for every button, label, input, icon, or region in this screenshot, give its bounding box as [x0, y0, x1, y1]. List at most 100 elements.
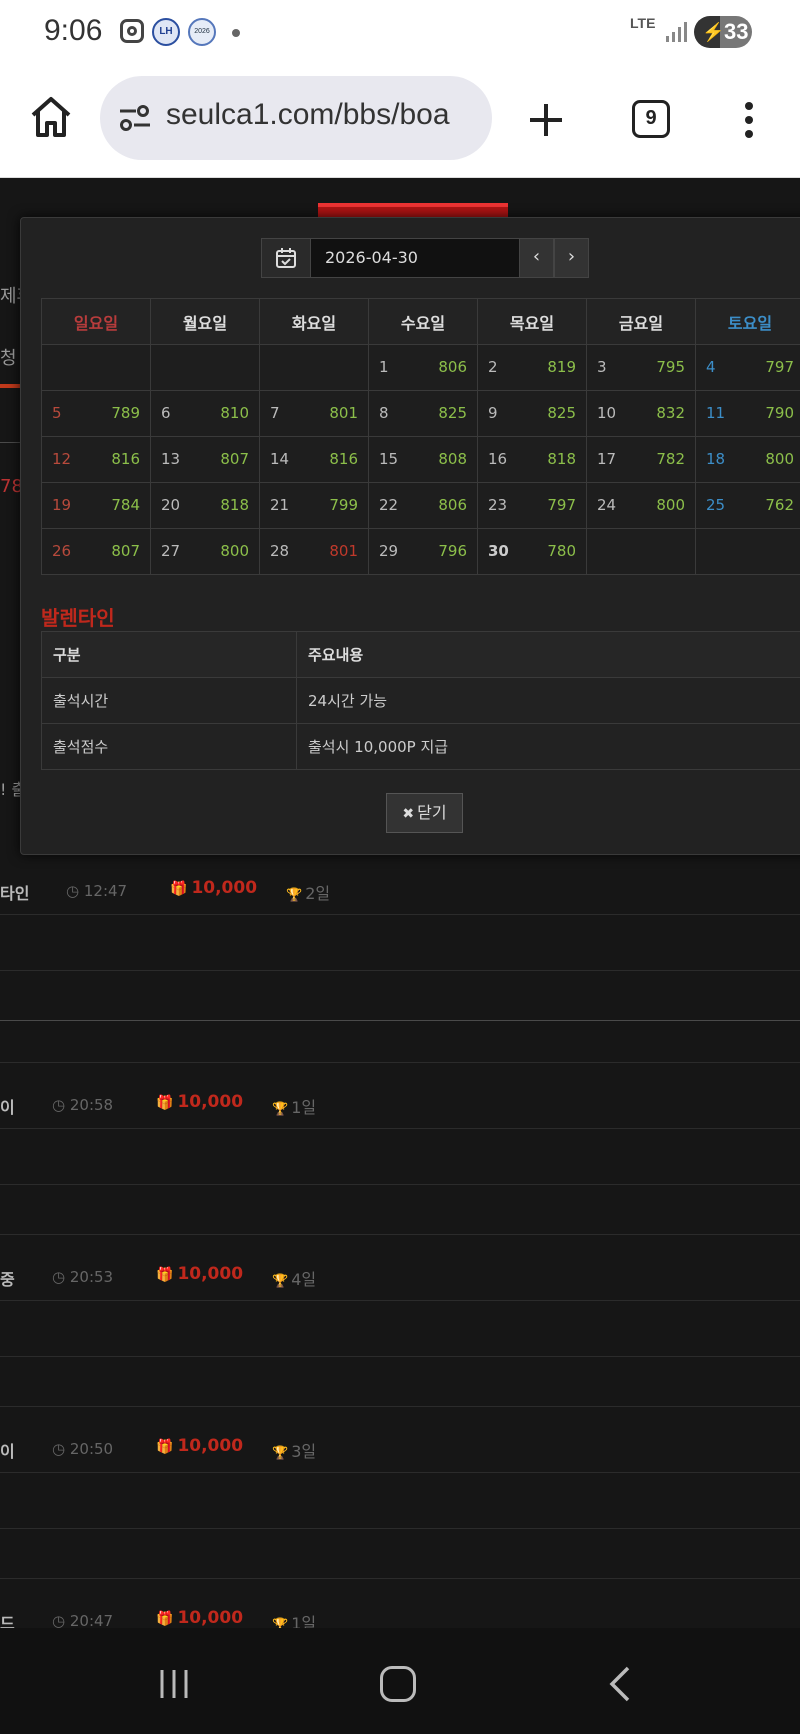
divider: [0, 1472, 800, 1473]
calendar-day-cell[interactable]: 26 807: [41, 528, 151, 575]
day-number: 18: [706, 450, 726, 468]
date-field[interactable]: 2026-04-30: [311, 238, 519, 278]
close-label: 닫기: [417, 803, 447, 822]
day-number: 12: [52, 450, 72, 468]
day-number: 23: [488, 496, 508, 514]
prev-month-button[interactable]: ‹: [519, 238, 554, 278]
calendar-day-cell[interactable]: 11 790: [695, 390, 800, 437]
list-item[interactable]: 중 ◷ 20:53 🎁 10,000 🏆 4일: [0, 1258, 800, 1298]
attendance-count: 782: [656, 450, 685, 468]
url-text: seulca1.com/bbs/boa: [166, 98, 450, 131]
recent-apps-icon[interactable]: [158, 1668, 190, 1700]
calendar-day-cell[interactable]: 7 801: [259, 390, 369, 437]
calendar-day-cell[interactable]: 12 816: [41, 436, 151, 483]
day-number: 22: [379, 496, 399, 514]
attendance-count: 800: [765, 450, 794, 468]
gift-icon: 🎁: [170, 881, 188, 897]
streak-days: 🏆 2일: [286, 880, 330, 904]
user-name: 이: [0, 1442, 15, 1461]
calendar-day-cell[interactable]: 24 800: [586, 482, 696, 529]
weekday-sat: 토요일: [695, 298, 800, 345]
attendance-count: 801: [329, 542, 358, 560]
table-row: 출석시간 24시간 가능: [41, 677, 800, 724]
calendar-day-cell[interactable]: 28 801: [259, 528, 369, 575]
calendar-icon[interactable]: [261, 238, 311, 278]
calendar-day-cell[interactable]: 27 800: [150, 528, 260, 575]
calendar-day-cell[interactable]: 18 800: [695, 436, 800, 483]
calendar-week-row: 26 807 27 800 28 801 29 796 30 780: [41, 528, 800, 575]
attendance-count: 795: [656, 358, 685, 376]
divider: [0, 1184, 800, 1185]
calendar-empty-cell: [41, 344, 151, 391]
points: 🎁 10,000: [156, 1436, 243, 1456]
row-value: 출석시 10,000P 지급: [296, 723, 800, 770]
streak-days: 🏆 4일: [272, 1266, 316, 1290]
calendar-day-cell[interactable]: 15 808: [368, 436, 478, 483]
calendar-day-cell[interactable]: 2 819: [477, 344, 587, 391]
time-value: 20:53: [69, 1268, 114, 1286]
calendar-day-cell[interactable]: 1 806: [368, 344, 478, 391]
calendar-day-cell[interactable]: 10 832: [586, 390, 696, 437]
weekday-header-row: 일요일 월요일 화요일 수요일 목요일 금요일 토요일: [41, 298, 800, 345]
calendar-app-icon: 2026: [188, 18, 216, 46]
days-value: 1일: [291, 1098, 317, 1117]
back-icon[interactable]: [606, 1666, 634, 1702]
active-tab-underline: [0, 384, 22, 388]
calendar-day-cell[interactable]: 25 762: [695, 482, 800, 529]
attendance-count: 789: [111, 404, 140, 422]
charging-icon: ⚡: [702, 22, 725, 42]
weekday-fri: 금요일: [586, 298, 696, 345]
address-bar[interactable]: seulca1.com/bbs/boa: [100, 76, 492, 160]
list-item[interactable]: 이 ◷ 20:50 🎁 10,000 🏆 3일: [0, 1430, 800, 1470]
time-value: 12:47: [83, 882, 128, 900]
calendar-day-cell[interactable]: 3 795: [586, 344, 696, 391]
list-item[interactable]: 이 ◷ 20:58 🎁 10,000 🏆 1일: [0, 1086, 800, 1126]
calendar-day-cell[interactable]: 20 818: [150, 482, 260, 529]
trophy-icon: 🏆: [272, 1274, 289, 1289]
calendar-day-cell[interactable]: 8 825: [368, 390, 478, 437]
calendar-day-cell[interactable]: 13 807: [150, 436, 260, 483]
calendar-day-cell[interactable]: 17 782: [586, 436, 696, 483]
date-picker: 2026-04-30 ‹ ›: [261, 238, 589, 278]
day-number: 20: [161, 496, 181, 514]
list-item[interactable]: 드 ◷ 20:47 🎁 10,000 🏆 1일: [0, 1602, 800, 1628]
day-number: 30: [488, 542, 509, 560]
calendar-day-cell[interactable]: 22 806: [368, 482, 478, 529]
close-button[interactable]: ✖ 닫기: [386, 793, 463, 833]
day-number: 9: [488, 404, 498, 422]
calendar-day-cell[interactable]: 29 796: [368, 528, 478, 575]
site-settings-icon[interactable]: [118, 104, 152, 132]
calendar-week-row: 19 784 20 818 21 799 22 806 23 797 24 800 25 762: [41, 482, 800, 529]
next-month-button[interactable]: ›: [554, 238, 589, 278]
points: 🎁 10,000: [156, 1608, 243, 1628]
home-nav-icon[interactable]: [380, 1666, 416, 1702]
check-time: ◷ 20:58: [52, 1096, 114, 1114]
new-tab-icon[interactable]: [524, 98, 568, 142]
calendar-day-cell[interactable]: 5 789: [41, 390, 151, 437]
calendar-day-cell[interactable]: 14 816: [259, 436, 369, 483]
list-item[interactable]: 타인 ◷ 12:47 🎁 10,000 🏆 2일: [0, 872, 800, 912]
calendar-day-cell[interactable]: 30 780: [477, 528, 587, 575]
calendar-empty-cell: [259, 344, 369, 391]
trophy-icon: 🏆: [272, 1618, 289, 1628]
divider: [0, 1020, 800, 1021]
check-time: ◷ 12:47: [66, 882, 128, 900]
calendar-day-cell[interactable]: 9 825: [477, 390, 587, 437]
tab-switcher-button[interactable]: 9: [632, 100, 670, 138]
calendar-day-cell[interactable]: 4 797: [695, 344, 800, 391]
calendar-empty-cell: [150, 344, 260, 391]
points: 🎁 10,000: [170, 878, 257, 898]
days-value: 3일: [291, 1442, 317, 1461]
home-icon[interactable]: [28, 94, 74, 140]
day-number: 4: [706, 358, 716, 376]
browser-toolbar: seulca1.com/bbs/boa 9: [0, 64, 800, 178]
attendance-count: 797: [765, 358, 794, 376]
calendar-day-cell[interactable]: 19 784: [41, 482, 151, 529]
calendar-day-cell[interactable]: 21 799: [259, 482, 369, 529]
calendar-day-cell[interactable]: 16 818: [477, 436, 587, 483]
row-label: 출석점수: [41, 723, 297, 770]
more-menu-icon[interactable]: [738, 98, 760, 142]
calendar-day-cell[interactable]: 23 797: [477, 482, 587, 529]
gift-icon: 🎁: [156, 1267, 174, 1283]
calendar-day-cell[interactable]: 6 810: [150, 390, 260, 437]
